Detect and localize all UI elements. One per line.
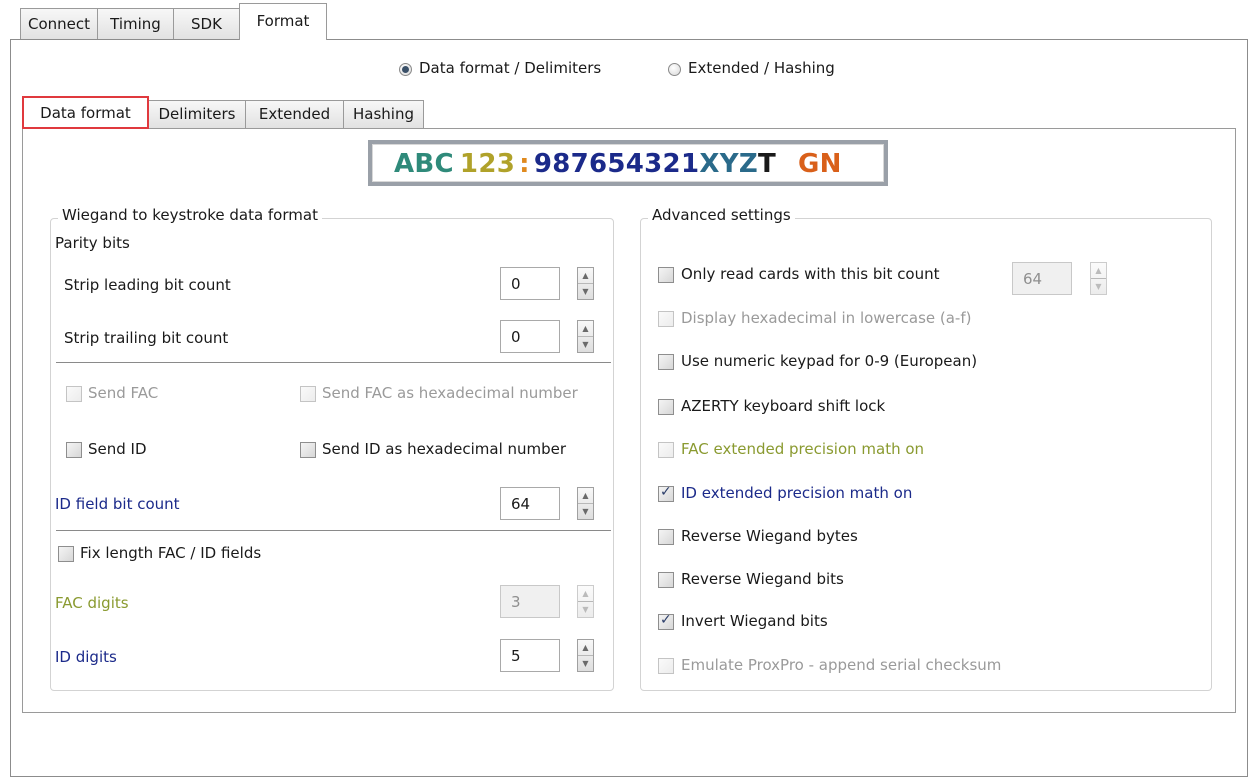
format-preview: ABC 123:987654321XYZT GN	[368, 140, 888, 186]
strip-trailing-label: Strip trailing bit count	[64, 329, 229, 347]
fac-extended-precision-label: FAC extended precision math on	[681, 440, 925, 458]
hex-lowercase-checkbox[interactable]	[658, 311, 674, 327]
azerty-shift-lock-label: AZERTY keyboard shift lock	[681, 397, 886, 415]
reverse-wiegand-bytes-label: Reverse Wiegand bytes	[681, 527, 858, 545]
fix-length-label: Fix length FAC / ID fields	[80, 544, 262, 562]
spin-down-icon[interactable]: ▼	[1091, 279, 1106, 294]
id-digits-input[interactable]: 5	[500, 639, 560, 672]
azerty-shift-lock-checkbox[interactable]	[658, 399, 674, 415]
numeric-keypad-checkbox[interactable]	[658, 354, 674, 370]
bit-count-filter-spinner[interactable]: ▲ ▼	[1090, 262, 1107, 295]
invert-wiegand-bits-checkbox[interactable]	[658, 612, 674, 630]
radio-data-format-delimiters-label: Data format / Delimiters	[419, 59, 602, 77]
preview-segment-terminator: T	[757, 149, 777, 179]
radio-extended-hashing-label: Extended / Hashing	[688, 59, 835, 77]
id-extended-precision-label: ID extended precision math on	[681, 484, 913, 502]
bit-count-filter-input[interactable]: 64	[1012, 262, 1072, 295]
id-bit-count-spinner[interactable]: ▲ ▼	[577, 487, 594, 520]
only-read-bit-count-label: Only read cards with this bit count	[681, 265, 940, 283]
spin-up-icon[interactable]: ▲	[578, 586, 593, 602]
id-bit-count-label: ID field bit count	[55, 495, 180, 513]
id-extended-precision-checkbox[interactable]	[658, 484, 674, 502]
send-fac-hex-checkbox[interactable]	[300, 386, 316, 402]
preview-segment-fac: 123	[459, 149, 516, 179]
strip-trailing-input[interactable]: 0	[500, 320, 560, 353]
subtab-delimiters[interactable]: Delimiters	[148, 100, 246, 128]
strip-leading-label: Strip leading bit count	[64, 276, 231, 294]
spin-up-icon[interactable]: ▲	[578, 268, 593, 284]
subtab-data-format[interactable]: Data format	[22, 96, 149, 129]
id-digits-label: ID digits	[55, 648, 117, 666]
preview-segment-separator: :	[519, 149, 530, 179]
subtab-extended[interactable]: Extended	[245, 100, 344, 128]
spin-down-icon[interactable]: ▼	[578, 602, 593, 617]
reverse-wiegand-bytes-checkbox[interactable]	[658, 529, 674, 545]
advanced-group-title: Advanced settings	[648, 206, 795, 224]
preview-segment-gn: GN	[798, 149, 842, 179]
send-id-checkbox[interactable]	[66, 442, 82, 458]
parity-bits-label: Parity bits	[55, 234, 130, 252]
tab-sdk[interactable]: SDK	[173, 8, 240, 39]
wiegand-separator-2	[56, 530, 611, 532]
fac-extended-precision-checkbox[interactable]	[658, 442, 674, 458]
preview-segment-id: 987654321	[533, 149, 700, 179]
preview-segment-suffix: XYZ	[699, 149, 758, 179]
send-id-hex-checkbox[interactable]	[300, 442, 316, 458]
fac-digits-spinner[interactable]: ▲ ▼	[577, 585, 594, 618]
tab-format[interactable]: Format	[239, 3, 327, 40]
tab-connect[interactable]: Connect	[20, 8, 98, 39]
only-read-bit-count-checkbox[interactable]	[658, 267, 674, 283]
preview-segment-prefix: ABC	[394, 149, 454, 179]
fix-length-checkbox[interactable]	[58, 546, 74, 562]
send-fac-label: Send FAC	[88, 384, 159, 402]
tab-timing[interactable]: Timing	[97, 8, 174, 39]
reverse-wiegand-bits-label: Reverse Wiegand bits	[681, 570, 844, 588]
emulate-proxpro-label: Emulate ProxPro - append serial checksum	[681, 656, 1002, 674]
spin-up-icon[interactable]: ▲	[578, 321, 593, 337]
id-bit-count-input[interactable]: 64	[500, 487, 560, 520]
strip-leading-input[interactable]: 0	[500, 267, 560, 300]
fac-digits-label: FAC digits	[55, 594, 129, 612]
spin-down-icon[interactable]: ▼	[578, 284, 593, 299]
send-fac-checkbox[interactable]	[66, 386, 82, 402]
wiegand-group-title: Wiegand to keystroke data format	[58, 206, 322, 224]
radio-extended-hashing[interactable]	[668, 63, 681, 76]
fac-digits-input[interactable]: 3	[500, 585, 560, 618]
wiegand-separator-1	[56, 362, 611, 364]
spin-up-icon[interactable]: ▲	[1091, 263, 1106, 279]
subtab-hashing[interactable]: Hashing	[343, 100, 424, 128]
spin-up-icon[interactable]: ▲	[578, 640, 593, 656]
strip-trailing-spinner[interactable]: ▲ ▼	[577, 320, 594, 353]
send-id-label: Send ID	[88, 440, 147, 458]
emulate-proxpro-checkbox[interactable]	[658, 658, 674, 674]
spin-down-icon[interactable]: ▼	[578, 504, 593, 519]
id-digits-spinner[interactable]: ▲ ▼	[577, 639, 594, 672]
spin-down-icon[interactable]: ▼	[578, 337, 593, 352]
strip-leading-spinner[interactable]: ▲ ▼	[577, 267, 594, 300]
invert-wiegand-bits-label: Invert Wiegand bits	[681, 612, 828, 630]
reverse-wiegand-bits-checkbox[interactable]	[658, 572, 674, 588]
hex-lowercase-label: Display hexadecimal in lowercase (a-f)	[681, 309, 972, 327]
spin-up-icon[interactable]: ▲	[578, 488, 593, 504]
send-fac-hex-label: Send FAC as hexadecimal number	[322, 384, 578, 402]
numeric-keypad-label: Use numeric keypad for 0-9 (European)	[681, 352, 978, 370]
radio-data-format-delimiters[interactable]	[399, 63, 412, 76]
spin-down-icon[interactable]: ▼	[578, 656, 593, 671]
send-id-hex-label: Send ID as hexadecimal number	[322, 440, 567, 458]
